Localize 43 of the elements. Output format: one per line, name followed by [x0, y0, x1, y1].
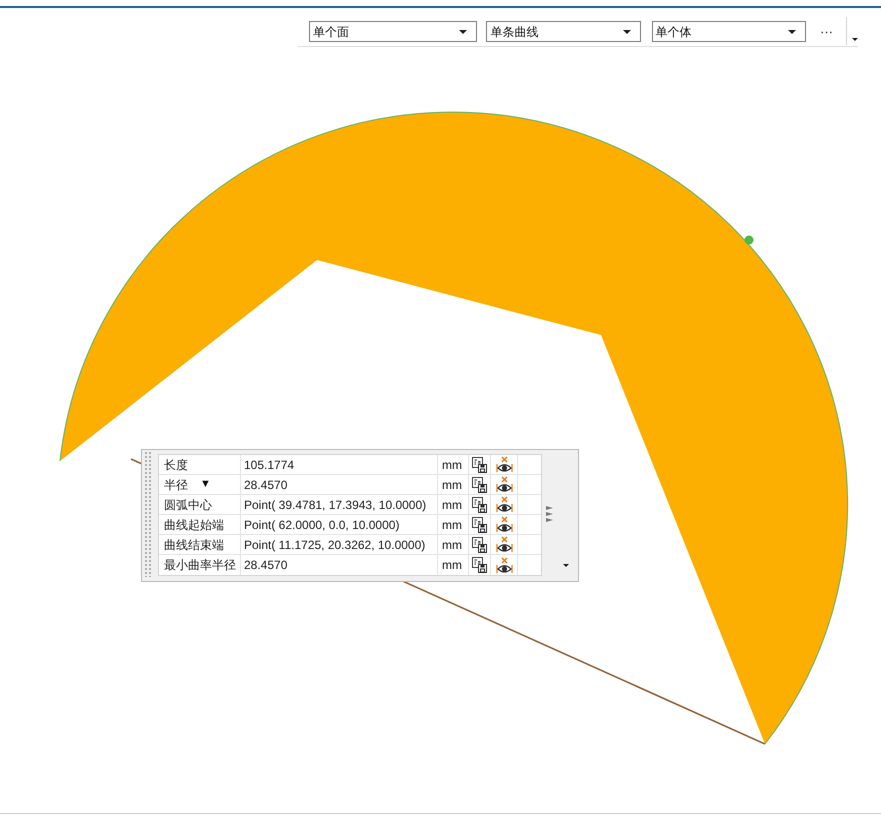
property-name: 最小曲率半径 [164, 557, 236, 574]
drag-handle[interactable] [145, 452, 153, 577]
caret-icon[interactable] [563, 564, 569, 567]
dropdown-marker[interactable]: ▼ [200, 476, 211, 493]
save-sheet-icon[interactable] [472, 456, 487, 472]
save-sheet-icon[interactable] [472, 557, 487, 573]
caret-icon[interactable] [852, 38, 858, 41]
property-name: 曲线结束端 [164, 536, 224, 554]
property-value: 105.1774 [244, 456, 294, 474]
property-value: Point( 62.0000, 0.0, 10.0000) [244, 516, 400, 534]
property-value: 28.4570 [244, 476, 288, 494]
property-name: 曲线起始端 [164, 516, 224, 534]
expand-arrows-icon[interactable] [546, 506, 553, 522]
property-value: Point( 39.4781, 17.3943, 10.0000) [244, 496, 426, 514]
property-value: 28.4570 [244, 557, 288, 574]
unit-label: mm [442, 536, 462, 554]
point-marker-icon [744, 236, 754, 244]
property-value: Point( 11.1725, 20.3262, 10.0000) [244, 536, 426, 554]
unit-label: mm [442, 456, 462, 474]
property-name: 长度 [164, 456, 188, 474]
caret-icon [622, 30, 631, 34]
dropdown[interactable]: 单条曲线 [486, 21, 641, 42]
unit-label: mm [442, 496, 462, 514]
dropdown[interactable]: 单个体 [652, 21, 806, 42]
eye-icon[interactable] [496, 456, 512, 473]
unit-label: mm [442, 557, 462, 574]
save-sheet-icon[interactable] [472, 516, 487, 532]
property-name: 半径 [164, 476, 188, 494]
unit-label: mm [442, 516, 462, 534]
caret-icon [788, 30, 796, 34]
eye-icon[interactable] [496, 476, 512, 493]
eye-icon[interactable] [496, 556, 512, 574]
more-button[interactable]: ··· [817, 21, 836, 42]
save-sheet-icon[interactable] [472, 496, 487, 512]
eye-icon[interactable] [496, 496, 512, 513]
save-sheet-icon[interactable] [472, 536, 487, 552]
save-sheet-icon[interactable] [472, 476, 487, 492]
unit-label: mm [442, 476, 462, 494]
caret-icon [459, 30, 468, 34]
eye-icon[interactable] [496, 516, 512, 533]
dropdown[interactable]: 单个面 [309, 21, 478, 42]
property-name: 圆弧中心 [164, 496, 212, 514]
eye-icon[interactable] [496, 536, 512, 553]
